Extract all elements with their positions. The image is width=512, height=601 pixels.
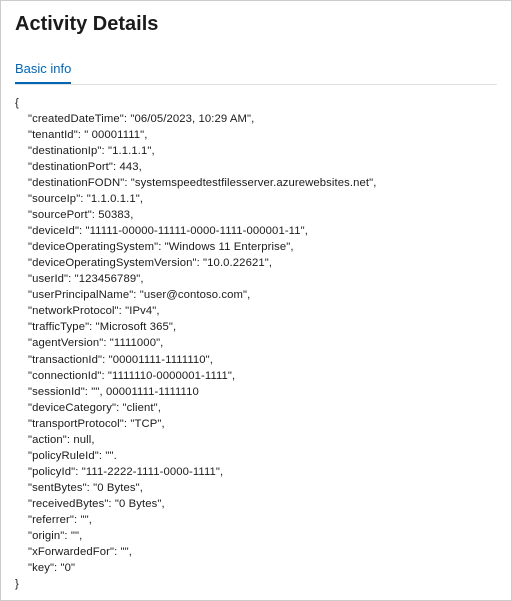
json-content: { "createdDateTime": "06/05/2023, 10:29 … xyxy=(15,95,497,592)
tab-basic-info[interactable]: Basic info xyxy=(15,61,71,84)
tab-row: Basic info xyxy=(15,60,497,85)
page-title: Activity Details xyxy=(15,13,497,36)
